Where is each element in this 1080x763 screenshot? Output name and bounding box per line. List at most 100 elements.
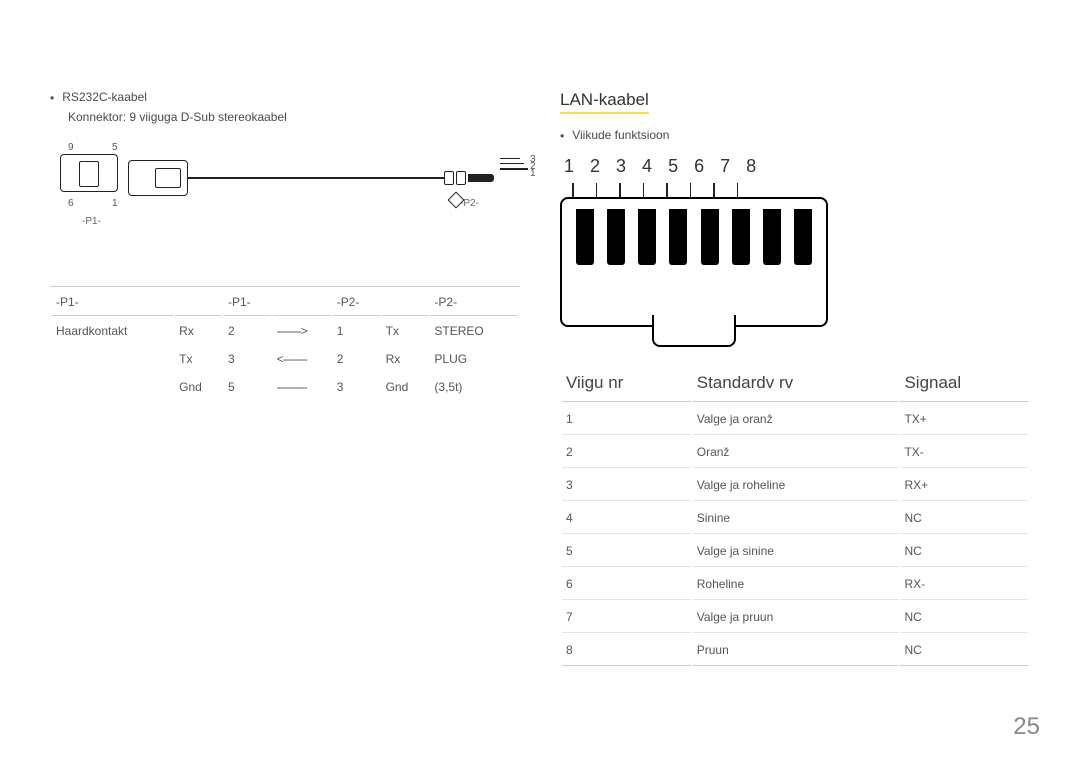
lan-header-2: Signaal <box>900 365 1028 402</box>
table-row: 2OranžTX- <box>562 437 1028 468</box>
lan-header-row: Viigu nr Standardv rv Signaal <box>562 365 1028 402</box>
lead-num-1: 1 <box>530 168 536 179</box>
rj45-pin-number: 3 <box>616 156 626 177</box>
lan-header-0: Viigu nr <box>562 365 691 402</box>
table-row: 3Valge ja rohelineRX+ <box>562 470 1028 501</box>
pin-cell: PLUG <box>430 346 518 372</box>
lan-cell: NC <box>900 536 1028 567</box>
table-row: 6RohelineRX- <box>562 569 1028 600</box>
lan-cell: 8 <box>562 635 691 666</box>
rs232-connector-desc: Konnektor: 9 viiguga D-Sub stereokaabel <box>68 110 520 124</box>
pin-cell: ---------- <box>273 374 331 400</box>
table-row: HaardkontaktRx2-------->1TxSTEREO <box>52 318 518 344</box>
lan-cell: 2 <box>562 437 691 468</box>
pin-cell: Rx <box>382 346 429 372</box>
lan-cell: 6 <box>562 569 691 600</box>
pin-cell: STEREO <box>430 318 518 344</box>
lan-cell: RX- <box>900 569 1028 600</box>
pin-cell: 5 <box>224 374 271 400</box>
p2-label: -P2- <box>460 198 479 209</box>
table-row: 8PruunNC <box>562 635 1028 666</box>
lan-cell: Roheline <box>693 569 899 600</box>
db9-connector-icon: 9 5 6 1 -P1- <box>60 154 118 208</box>
lan-pinout-table: Viigu nr Standardv rv Signaal 1Valge ja … <box>560 363 1030 668</box>
db9-pin9-label: 9 <box>68 142 74 153</box>
rs232-bullet: • RS232C-kaabel <box>50 90 520 106</box>
pin-cell: 2 <box>224 318 271 344</box>
lan-cell: Valge ja sinine <box>693 536 899 567</box>
page-number: 25 <box>1013 713 1040 741</box>
rs232-diagram: 9 5 6 1 -P1- -P2- 3 2 1 <box>50 148 520 268</box>
rj45-pin-number: 4 <box>642 156 652 177</box>
lan-cell: RX+ <box>900 470 1028 501</box>
rj45-pin-number: 5 <box>668 156 678 177</box>
p1-label: -P1- <box>82 216 101 227</box>
bullet-icon: • <box>50 90 54 106</box>
lan-header-1: Standardv rv <box>693 365 899 402</box>
db9-pin1-label: 1 <box>112 198 118 209</box>
pin-cell: 3 <box>224 346 271 372</box>
pin-header-1 <box>175 289 222 316</box>
lan-cell: Pruun <box>693 635 899 666</box>
lan-title: LAN-kaabel <box>560 90 649 114</box>
table-row: 5Valge ja sinineNC <box>562 536 1028 567</box>
pin-header-6: -P2- <box>430 289 518 316</box>
table-row: 1Valge ja oranžTX+ <box>562 404 1028 435</box>
table-row: Gnd5----------3Gnd(3,5t) <box>52 374 518 400</box>
pin-cell: Tx <box>382 318 429 344</box>
lan-cell: Oranž <box>693 437 899 468</box>
plug-leads-icon: 3 2 1 <box>500 158 528 174</box>
lan-cell: NC <box>900 602 1028 633</box>
cable-line-icon <box>188 177 444 179</box>
pin-cell: --------> <box>273 318 331 344</box>
table-row: 7Valge ja pruunNC <box>562 602 1028 633</box>
pin-header-4: -P2- <box>333 289 380 316</box>
pin-cell <box>52 374 173 400</box>
pin-cell: Rx <box>175 318 222 344</box>
lan-cell: 5 <box>562 536 691 567</box>
stereo-plug-icon <box>444 170 496 186</box>
lan-bullet-label: Viikude funktsioon <box>572 128 669 142</box>
lan-cell: TX- <box>900 437 1028 468</box>
pin-header-3 <box>273 289 331 316</box>
lan-bullet: • Viikude funktsioon <box>560 128 1030 144</box>
pin-cell <box>52 346 173 372</box>
rs232-label: RS232C-kaabel <box>62 90 147 104</box>
pin-cell: Gnd <box>175 374 222 400</box>
rj45-pin-number: 2 <box>590 156 600 177</box>
table-row: 4SinineNC <box>562 503 1028 534</box>
pin-cell: 2 <box>333 346 380 372</box>
pin-cell: <-------- <box>273 346 331 372</box>
table-row: Tx3<--------2RxPLUG <box>52 346 518 372</box>
lan-cell: Valge ja oranž <box>693 404 899 435</box>
rj45-pin-number: 1 <box>564 156 574 177</box>
lan-cell: NC <box>900 635 1028 666</box>
lan-cell: 3 <box>562 470 691 501</box>
rj45-pin-number: 7 <box>720 156 730 177</box>
rs232-pin-table: -P1- -P1- -P2- -P2- HaardkontaktRx2-----… <box>50 286 520 402</box>
db9-pin5-label: 5 <box>112 142 118 153</box>
rj45-connector-icon <box>560 197 828 327</box>
lan-cell: NC <box>900 503 1028 534</box>
lan-cell: Valge ja roheline <box>693 470 899 501</box>
bullet-icon: • <box>560 128 564 144</box>
pin-cell: 3 <box>333 374 380 400</box>
pin-header-0: -P1- <box>52 289 173 316</box>
pin-cell: Gnd <box>382 374 429 400</box>
db9-pin6-label: 6 <box>68 198 74 209</box>
lan-cell: 1 <box>562 404 691 435</box>
right-column: LAN-kaabel • Viikude funktsioon 12345678… <box>560 90 1030 668</box>
lan-cell: 7 <box>562 602 691 633</box>
pin-table-header-row: -P1- -P1- -P2- -P2- <box>52 289 518 316</box>
left-column: • RS232C-kaabel Konnektor: 9 viiguga D-S… <box>50 90 520 668</box>
pin-cell: Haardkontakt <box>52 318 173 344</box>
lan-cell: Sinine <box>693 503 899 534</box>
lan-cell: TX+ <box>900 404 1028 435</box>
rj45-pin-number: 6 <box>694 156 704 177</box>
pin-cell: (3,5t) <box>430 374 518 400</box>
rj45-pin-numbers: 12345678 <box>564 156 1030 177</box>
stereo-body-icon <box>128 160 188 196</box>
lan-cell: 4 <box>562 503 691 534</box>
pin-header-2: -P1- <box>224 289 271 316</box>
pin-cell: 1 <box>333 318 380 344</box>
